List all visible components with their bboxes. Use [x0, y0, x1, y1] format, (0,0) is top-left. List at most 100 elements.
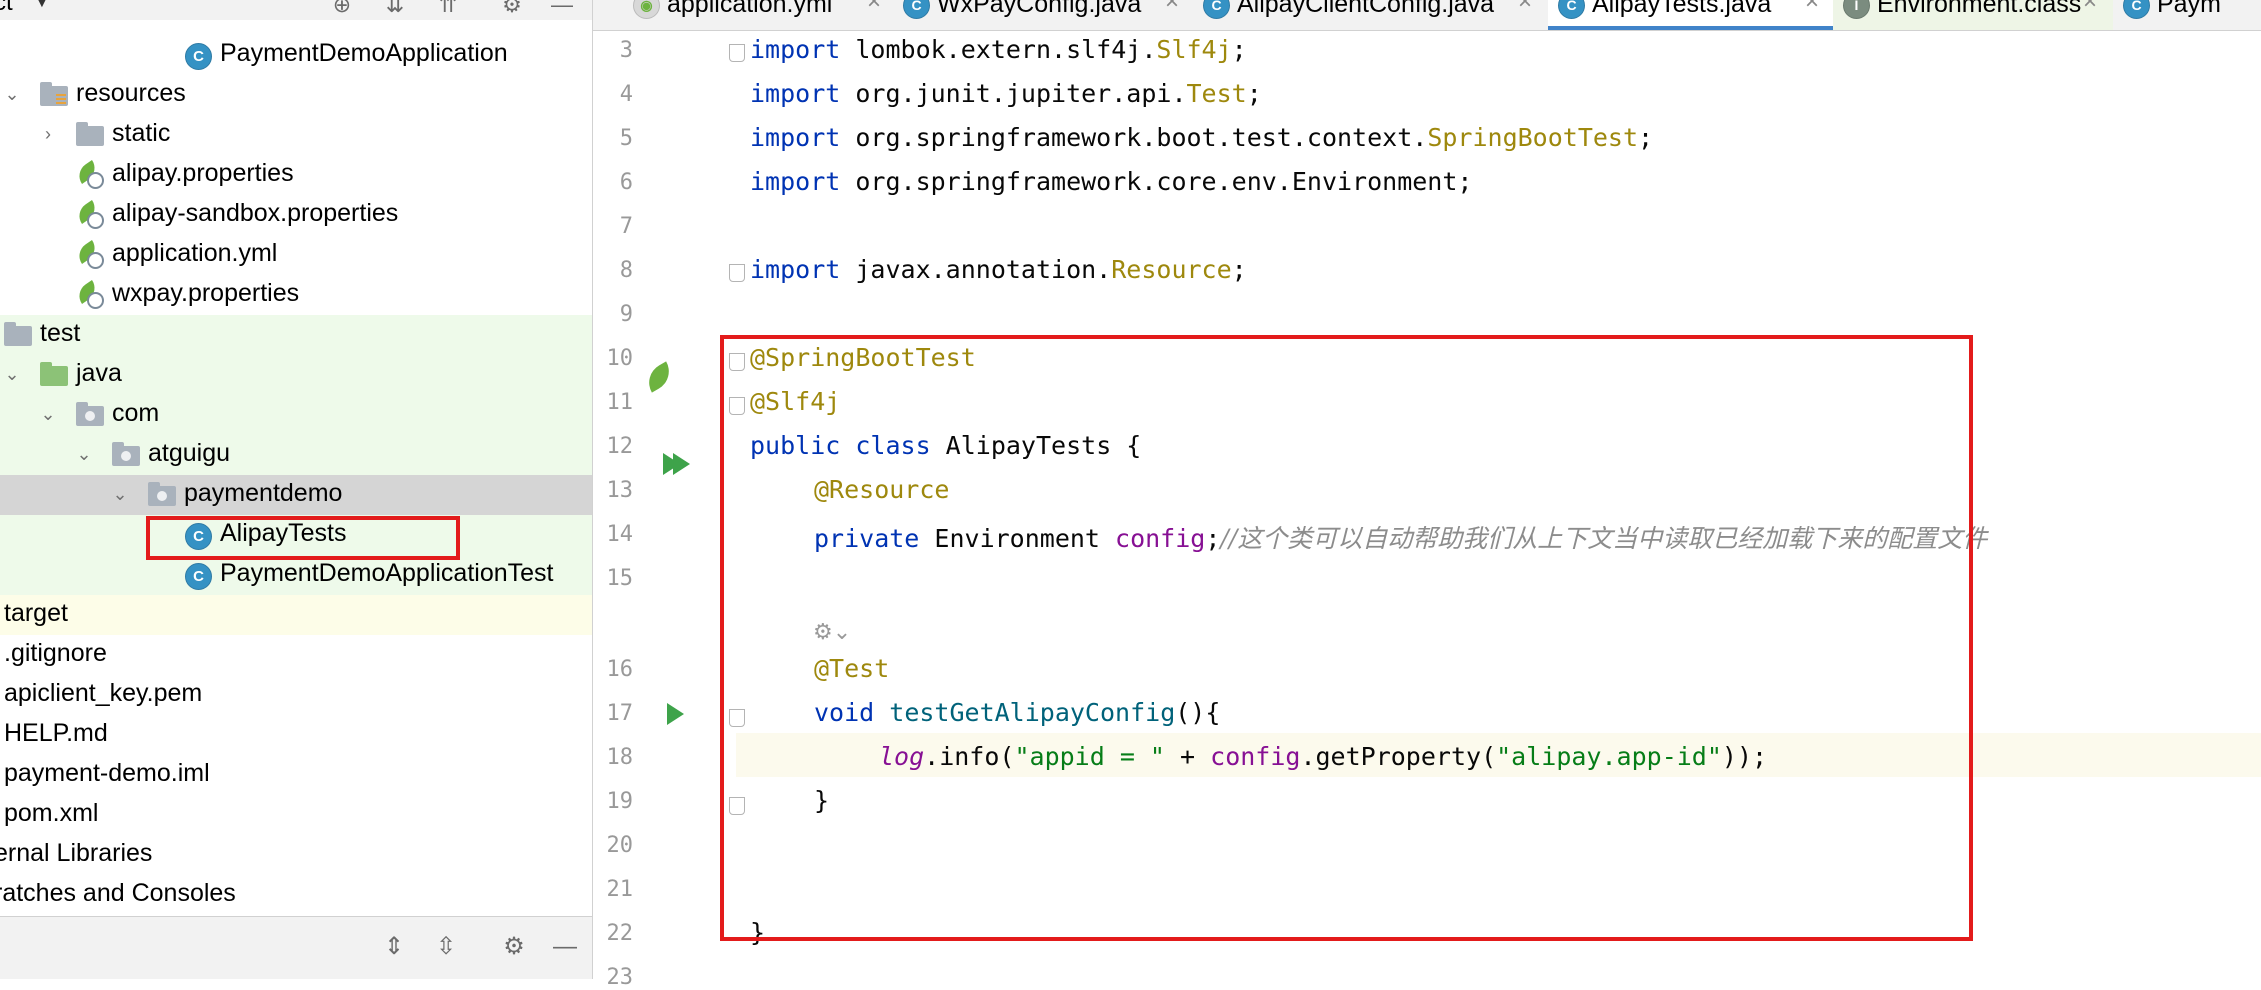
tab-alipaytests[interactable]: C AlipayTests.java ×	[1548, 0, 1833, 30]
chevron-right-icon[interactable]: ›	[38, 124, 58, 144]
close-icon[interactable]: ×	[2083, 0, 2097, 16]
tree-item-label: static	[112, 119, 171, 147]
highlight-box	[720, 335, 1973, 941]
tab-label: application.yml	[667, 0, 833, 18]
tree-item-payment-demo-iml[interactable]: payment-demo.iml	[0, 755, 592, 795]
run-method-icon[interactable]	[667, 703, 684, 725]
hide-icon[interactable]: —	[548, 0, 576, 18]
tree-item-pom-xml[interactable]: pom.xml	[0, 795, 592, 835]
tree-item-label: atguigu	[148, 439, 231, 467]
chevron-down-icon[interactable]: ⌄	[2, 84, 22, 104]
line-number: 15	[606, 566, 634, 591]
package-icon	[148, 482, 176, 506]
code-line-4: import org.junit.jupiter.api.Test;	[750, 79, 1262, 108]
tree-item-label: target	[4, 599, 68, 627]
tree-item-apiclient-key[interactable]: apiclient_key.pem	[0, 675, 592, 715]
tree-item-wxpay-properties[interactable]: wxpay.properties	[0, 275, 592, 315]
line-number: 13	[606, 478, 634, 503]
tree-item-gitignore[interactable]: .gitignore	[0, 635, 592, 675]
tree-item-label: apiclient_key.pem	[4, 679, 203, 707]
tree-item-label: com	[112, 399, 160, 427]
line-number: 12	[606, 434, 634, 459]
fold-icon[interactable]	[729, 44, 745, 62]
tree-item-resources[interactable]: ⌄ resources	[0, 75, 592, 115]
fold-icon[interactable]	[729, 264, 745, 282]
tree-item-label: pom.xml	[4, 799, 99, 827]
tree-item-label: application.yml	[112, 239, 278, 267]
tree-item-java[interactable]: ⌄ java	[0, 355, 592, 395]
tree-item-atguigu[interactable]: ⌄ atguigu	[0, 435, 592, 475]
tab-application-yml[interactable]: ◉ application.yml ×	[623, 0, 893, 30]
project-panel-title: ct	[0, 0, 13, 16]
collapse-all-icon[interactable]: ⇳	[430, 931, 462, 963]
code-line-6: import org.springframework.core.env.Envi…	[750, 167, 1473, 196]
tab-label: WxPayConfig.java	[937, 0, 1142, 18]
chevron-down-icon[interactable]: ⌄	[38, 404, 58, 424]
expand-all-icon[interactable]: ⇕	[378, 931, 410, 963]
package-icon	[76, 402, 104, 426]
collapse-all-icon[interactable]: ⇈	[434, 0, 462, 18]
tree-item-alipay-sandbox-properties[interactable]: alipay-sandbox.properties	[0, 195, 592, 235]
package-icon	[112, 442, 140, 466]
tree-item-label: java	[76, 359, 122, 387]
tree-item-label: .gitignore	[4, 639, 107, 667]
tree-item-label: wxpay.properties	[112, 279, 300, 307]
line-number: 17	[606, 701, 634, 726]
chevron-down-icon[interactable]: ▼	[34, 0, 50, 12]
tree-item-test[interactable]: test	[0, 315, 592, 355]
class-icon: C	[903, 0, 930, 19]
tree-item-application-yml[interactable]: application.yml	[0, 235, 592, 275]
locate-icon[interactable]: ⊕	[328, 0, 356, 18]
tree-item-label: PaymentDemoApplicationTest	[220, 559, 554, 587]
tab-alipayclientconfig[interactable]: C AlipayClientConfig.java ×	[1193, 0, 1548, 30]
hide-icon[interactable]: —	[549, 931, 581, 963]
line-number: 5	[619, 126, 633, 151]
chevron-down-icon[interactable]: ⌄	[2, 364, 22, 384]
tree-item-com[interactable]: ⌄ com	[0, 395, 592, 435]
tree-item-label: payment-demo.iml	[4, 759, 210, 787]
tab-label: AlipayTests.java	[1592, 0, 1772, 18]
expand-all-icon[interactable]: ⇊	[381, 0, 409, 18]
close-icon[interactable]: ×	[1805, 0, 1819, 16]
tree-item-paymentdemo[interactable]: ⌄ paymentdemo	[0, 475, 592, 515]
tab-label: AlipayClientConfig.java	[1237, 0, 1495, 18]
tree-item-external-libraries[interactable]: ernal Libraries	[0, 835, 592, 875]
line-number: 20	[606, 833, 634, 858]
tab-payment[interactable]: C Paym	[2113, 0, 2261, 30]
tree-item-paymentdemoapplication[interactable]: C PaymentDemoApplication	[0, 35, 592, 75]
close-icon[interactable]: ×	[1165, 0, 1179, 16]
spring-bean-icon[interactable]	[641, 361, 677, 393]
gear-icon[interactable]: ⚙	[498, 0, 526, 18]
tree-item-label: paymentdemo	[184, 479, 343, 507]
tree-item-static[interactable]: › static	[0, 115, 592, 155]
class-icon: C	[185, 563, 212, 590]
project-panel: ct ▼ ⊕ ⇊ ⇈ ⚙ — C PaymentDemoApplication …	[0, 0, 593, 979]
line-number: 10	[606, 346, 634, 371]
line-number: 16	[606, 657, 634, 682]
tree-item-scratches[interactable]: ratches and Consoles	[0, 875, 592, 915]
tab-wxpayconfig[interactable]: C WxPayConfig.java ×	[893, 0, 1193, 30]
chevron-down-icon[interactable]: ⌄	[110, 484, 130, 504]
line-number: 22	[606, 921, 634, 946]
tree-item-label: PaymentDemoApplication	[220, 39, 508, 67]
tree-item-paymentdemoapplicationtest[interactable]: C PaymentDemoApplicationTest	[0, 555, 592, 595]
tree-item-alipay-properties[interactable]: alipay.properties	[0, 155, 592, 195]
tree-item-label: test	[40, 319, 81, 347]
code-editor[interactable]: 3 4 5 6 7 8 9 10 11 12 13 14 15 16 17 18…	[593, 31, 2261, 990]
tree-item-target[interactable]: target	[0, 595, 592, 635]
tree-item-label: HELP.md	[4, 719, 108, 747]
folder-icon	[4, 322, 32, 346]
tree-item-label: alipay.properties	[112, 159, 294, 187]
chevron-down-icon[interactable]: ⌄	[74, 444, 94, 464]
tree-item-help-md[interactable]: HELP.md	[0, 715, 592, 755]
run-class-icon-second[interactable]	[673, 453, 690, 475]
close-icon[interactable]: ×	[1518, 0, 1532, 16]
line-number: 19	[606, 789, 634, 814]
tree-item-label: ernal Libraries	[0, 839, 153, 867]
yml-file-icon: ◉	[633, 0, 660, 19]
gear-icon[interactable]: ⚙	[498, 931, 530, 963]
editor-tabs: ◉ application.yml × C WxPayConfig.java ×…	[593, 0, 2261, 31]
tab-environment-class[interactable]: I Environment.class ×	[1833, 0, 2113, 30]
spring-config-icon	[73, 279, 104, 309]
close-icon[interactable]: ×	[867, 0, 881, 16]
